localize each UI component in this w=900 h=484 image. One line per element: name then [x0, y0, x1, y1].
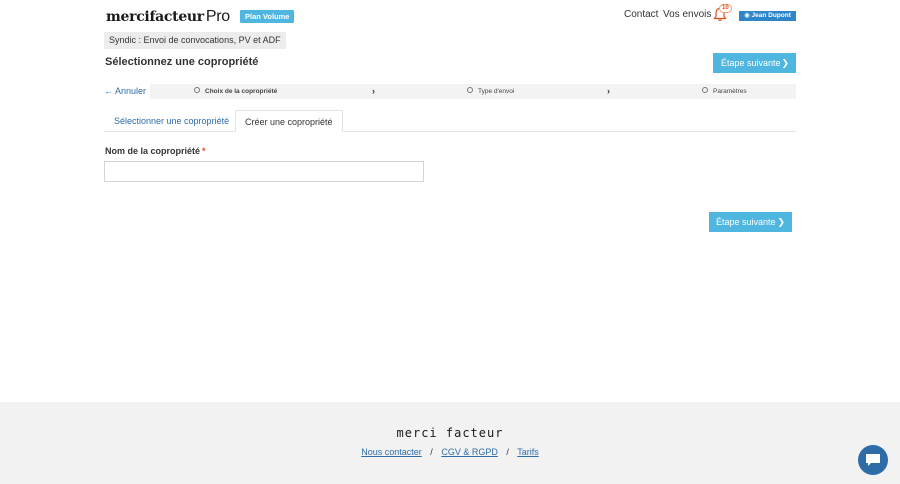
page-title: Sélectionnez une copropriété	[105, 56, 259, 68]
step-label: Choix de la copropriété	[205, 88, 278, 95]
syndic-label: Syndic : Envoi de convocations, PV et AD…	[104, 32, 286, 49]
user-menu-button[interactable]: ◉ Jean Dupont	[739, 11, 796, 21]
footer-link-contact[interactable]: Nous contacter	[361, 447, 422, 457]
cancel-link[interactable]: ← Annuler	[104, 86, 146, 97]
logo[interactable]: mercifacteur Pro	[106, 8, 230, 26]
chevron-right-icon: ❯	[777, 217, 785, 227]
step-label: Paramètres	[713, 88, 747, 95]
footer-link-tarifs[interactable]: Tarifs	[517, 447, 539, 457]
footer: merci facteur Nous contacter / CGV & RGP…	[0, 402, 900, 484]
next-step-button-bottom[interactable]: Étape suivante ❯	[709, 212, 792, 232]
required-mark: *	[202, 146, 206, 156]
tab-create-copropriete[interactable]: Créer une copropriété	[235, 110, 343, 132]
footer-link-cgv[interactable]: CGV & RGPD	[441, 447, 498, 457]
next-step-label: Étape suivante	[721, 58, 781, 68]
step-label: Type d'envoi	[478, 88, 515, 95]
name-field-label: Nom de la copropriété *	[105, 146, 206, 157]
footer-links: Nous contacter / CGV & RGPD / Tarifs	[0, 447, 900, 458]
copropriete-name-input[interactable]	[104, 161, 424, 182]
step-dot	[467, 87, 473, 94]
footer-separator: /	[506, 447, 509, 457]
step-type-envoi: Type d'envoi	[467, 84, 514, 99]
step-dot	[702, 87, 708, 94]
chevron-right-icon: ›	[607, 86, 610, 96]
step-parametres: Paramètres	[702, 84, 747, 99]
next-step-button-top[interactable]: Étape suivante ❯	[713, 53, 796, 73]
notification-count-badge: 10	[719, 4, 732, 13]
next-step-label: Étape suivante	[716, 217, 776, 227]
chat-button[interactable]	[858, 445, 888, 475]
chevron-right-icon: ›	[372, 86, 375, 96]
chat-icon	[866, 454, 880, 466]
stepper: Choix de la copropriété › Type d'envoi ›…	[150, 84, 796, 99]
nav-contact-link[interactable]: Contact	[624, 9, 658, 21]
chevron-right-icon: ❯	[781, 58, 789, 68]
arrow-left-icon: ←	[104, 86, 113, 96]
user-name: Jean Dupont	[751, 12, 791, 19]
name-label-text: Nom de la copropriété	[105, 146, 201, 156]
step-choix-copropriete: Choix de la copropriété	[194, 84, 277, 99]
nav-envois-link[interactable]: Vos envois	[663, 9, 711, 21]
step-dot	[194, 87, 200, 94]
logo-main: mercifacteur	[106, 9, 204, 25]
footer-logo[interactable]: merci facteur	[0, 426, 900, 440]
user-icon: ◉	[744, 12, 750, 19]
tab-select-copropriete[interactable]: Sélectionner une copropriété	[105, 110, 238, 132]
footer-separator: /	[430, 447, 433, 457]
cancel-label: Annuler	[115, 86, 147, 96]
plan-badge: Plan Volume	[240, 10, 295, 23]
logo-pro: Pro	[205, 8, 230, 25]
